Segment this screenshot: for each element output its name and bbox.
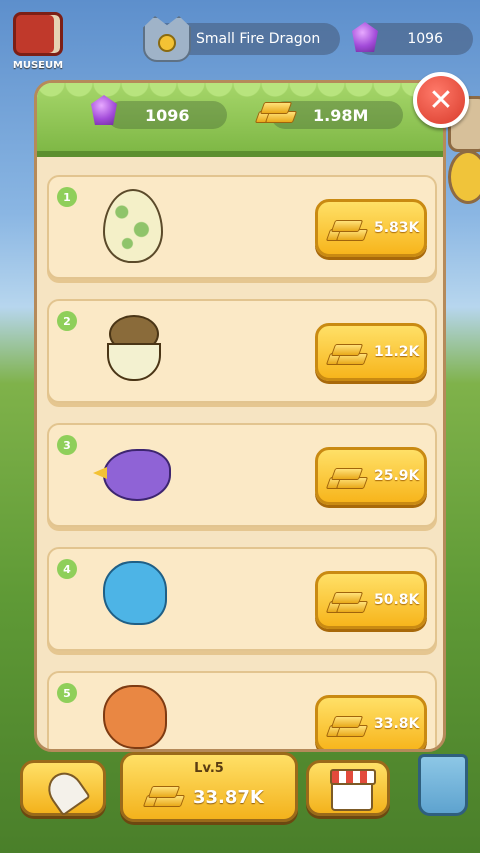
list-item: 3 25.9K [47,423,437,527]
gold-bars-icon [141,781,186,807]
list-item: 2 11.2K [47,299,437,403]
gem-count: 1096 [407,31,443,47]
crown-gem-icon [158,34,176,52]
gold-bars-icon [253,97,298,123]
item-number: 2 [57,311,77,331]
item-number: 5 [57,683,77,703]
panel-gold-count: 1.98M [313,105,369,125]
buy-button[interactable]: 33.8K [315,695,427,749]
egg-icon [103,189,165,263]
blue-dino-icon [103,561,167,633]
level-cost: 33.87K [193,787,264,808]
close-button[interactable]: ✕ [413,72,469,128]
gold-bars-icon [324,463,369,489]
store-icon [330,769,376,811]
price-label: 50.8K [374,592,420,608]
orange-dino-icon [103,685,167,749]
purple-bird-icon [93,449,171,521]
gold-bars-icon [324,711,369,737]
buy-button[interactable]: 25.9K [315,447,427,505]
spin-wheel-icon[interactable] [448,150,480,204]
rocket-icon [41,765,91,817]
book-icon [13,12,63,56]
price-label: 25.9K [374,468,420,484]
gold-bars-icon [324,215,369,241]
trash-can-icon[interactable] [418,754,468,816]
boost-button[interactable] [20,760,106,817]
pet-shop-panel: 1096 1.98M 1 5.83K 2 11.2K 3 25.9K 4 50.… [34,80,446,752]
panel-gem-counter: 1096 [107,101,227,129]
shop-button[interactable] [306,760,390,816]
dragon-name: Small Fire Dragon [196,31,321,47]
price-label: 33.8K [374,716,420,732]
list-item: 1 5.83K [47,175,437,279]
gold-bars-icon [324,587,369,613]
close-icon: ✕ [428,82,454,118]
buy-button[interactable]: 11.2K [315,323,427,381]
price-label: 11.2K [374,344,420,360]
buy-level-button[interactable]: Lv.5 33.87K [120,752,298,822]
buy-button[interactable]: 5.83K [315,199,427,257]
museum-label: MUSEUM [12,60,64,71]
museum-button[interactable]: MUSEUM [10,12,66,72]
hatching-dino-icon [103,313,165,385]
panel-gem-count: 1096 [145,105,190,125]
gold-bars-icon [324,339,369,365]
item-number: 1 [57,187,77,207]
list-item: 4 50.8K [47,547,437,651]
shop-list[interactable]: 1 5.83K 2 11.2K 3 25.9K 4 50.8K 5 33.8K [47,175,437,749]
gem-icon [91,95,117,125]
item-number: 4 [57,559,77,579]
buy-button[interactable]: 50.8K [315,571,427,629]
item-number: 3 [57,435,77,455]
level-label: Lv.5 [194,761,224,776]
price-label: 5.83K [374,220,420,236]
list-item: 5 33.8K [47,671,437,749]
panel-header: 1096 1.98M [37,83,443,157]
